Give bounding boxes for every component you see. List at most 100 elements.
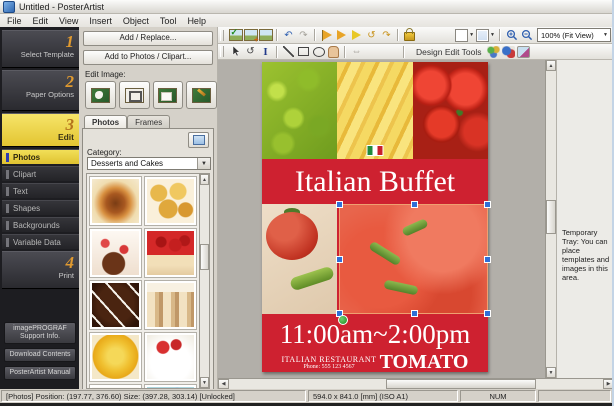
scrollbar-thumb[interactable]: [546, 200, 556, 234]
scroll-right-button[interactable]: ▶: [603, 379, 614, 389]
align-flag-icon: [322, 30, 332, 41]
scroll-left-button[interactable]: ◀: [218, 379, 229, 389]
pasta-image[interactable]: [337, 62, 413, 159]
poster-page[interactable]: Italian Buffet: [262, 62, 488, 372]
zoom-level-combobox[interactable]: 100% (Fit View) ▼: [537, 28, 611, 42]
trim-button[interactable]: [119, 81, 150, 109]
menu-edit[interactable]: Edit: [33, 16, 49, 26]
poster-footer[interactable]: ITALIAN RESTAURANT Phone: 555 123 4567 T…: [262, 351, 488, 374]
rotate-right-button[interactable]: ↷: [379, 28, 394, 42]
rectangle-tool-button[interactable]: [296, 45, 311, 59]
step-paper-options[interactable]: 2 Paper Options: [2, 70, 79, 111]
menu-tool[interactable]: Tool: [160, 16, 177, 26]
menu-insert[interactable]: Insert: [89, 16, 112, 26]
poster-hours-text[interactable]: 11:00am~2:00pm: [262, 317, 488, 350]
toolbar-grip[interactable]: [220, 46, 224, 57]
toolbar-grip[interactable]: [220, 30, 224, 41]
flip-button[interactable]: [349, 28, 364, 42]
posterartist-manual-button[interactable]: PosterArtist Manual: [4, 366, 76, 380]
canvas-horizontal-scrollbar[interactable]: ◀ ▶: [218, 378, 614, 389]
menu-view[interactable]: View: [59, 16, 78, 26]
menu-help[interactable]: Help: [187, 16, 206, 26]
scrollbar-thumb[interactable]: [200, 244, 209, 270]
sidebar-item-shapes[interactable]: Shapes: [2, 200, 79, 215]
scroll-down-button[interactable]: ▼: [546, 367, 556, 378]
rotate-left-button[interactable]: ↺: [364, 28, 379, 42]
resize-handle-bottom-center[interactable]: [411, 310, 418, 317]
resize-handle-middle-left[interactable]: [336, 256, 343, 263]
step-edit[interactable]: 3 Edit: [2, 113, 79, 147]
retouch-button[interactable]: [186, 81, 217, 109]
design-variation-button[interactable]: [502, 46, 515, 58]
cutout-button[interactable]: [85, 81, 116, 109]
resize-handle-top-right[interactable]: [484, 201, 491, 208]
tab-frames[interactable]: Frames: [127, 115, 170, 128]
scroll-down-button[interactable]: ▼: [200, 377, 209, 388]
photo-thumbnail[interactable]: [144, 228, 197, 278]
hand-tool-button[interactable]: [326, 45, 341, 59]
lettuce-image[interactable]: [262, 62, 337, 159]
zoom-out-button[interactable]: [519, 28, 534, 42]
resize-handle-bottom-right[interactable]: [484, 310, 491, 317]
tomato-pea-image[interactable]: [262, 204, 337, 314]
lock-button[interactable]: [402, 28, 417, 42]
temporary-tray[interactable]: Temporary Tray: You can place templates …: [556, 60, 614, 378]
fit-view-button[interactable]: ⇔: [349, 45, 364, 59]
grid-options-dropdown[interactable]: ▼: [476, 29, 495, 42]
add-to-photos-clipart-button[interactable]: Add to Photos / Clipart...: [83, 50, 213, 65]
select-template-button[interactable]: ✓: [228, 28, 243, 42]
photo-thumbnail[interactable]: [89, 332, 142, 382]
photo-grid-scrollbar[interactable]: ▲ ▼: [199, 173, 210, 389]
photo-thumbnail[interactable]: [144, 280, 197, 330]
align-left-button[interactable]: [319, 28, 334, 42]
auto-design-button[interactable]: [487, 46, 500, 58]
photo-thumbnail[interactable]: [144, 176, 197, 226]
add-replace-image-button[interactable]: +: [243, 28, 258, 42]
resize-handle-top-center[interactable]: [411, 201, 418, 208]
line-tool-button[interactable]: [281, 45, 296, 59]
tomatoes-image[interactable]: [413, 62, 488, 159]
select-tool-button[interactable]: [228, 45, 243, 59]
sidebar-item-clipart[interactable]: Clipart: [2, 166, 79, 181]
canvas-vertical-scrollbar[interactable]: ▲ ▼: [545, 60, 556, 378]
resize-handle-middle-right[interactable]: [484, 256, 491, 263]
category-dropdown[interactable]: Desserts and Cakes ▼: [87, 157, 211, 170]
redo-button[interactable]: ↷: [296, 28, 311, 42]
zoom-in-button[interactable]: [504, 28, 519, 42]
scroll-up-button[interactable]: ▲: [200, 174, 209, 185]
rotate-handle[interactable]: [338, 315, 348, 325]
imageprograf-support-button[interactable]: imagePROGRAF Support Info.: [4, 322, 76, 344]
frame-button[interactable]: [153, 81, 184, 109]
step-print[interactable]: 4 Print: [2, 251, 79, 289]
tab-photos[interactable]: Photos: [84, 115, 127, 128]
photo-thumbnail[interactable]: [89, 176, 142, 226]
add-replace-button[interactable]: Add / Replace...: [83, 31, 213, 46]
paper-options-dropdown[interactable]: ▼: [455, 29, 474, 42]
canvas-area[interactable]: Italian Buffet: [218, 60, 614, 378]
photo-thumbnail[interactable]: [89, 280, 142, 330]
step-select-template[interactable]: 1 Select Template: [2, 30, 79, 68]
photo-thumbnail[interactable]: [89, 228, 142, 278]
view-mode-button[interactable]: [188, 132, 209, 148]
undo-button[interactable]: ↶: [281, 28, 296, 42]
sidebar-item-variable-data[interactable]: Variable Data: [2, 234, 79, 249]
ellipse-tool-button[interactable]: [311, 45, 326, 59]
photo-thumbnail[interactable]: [144, 332, 197, 382]
selected-photo-object[interactable]: [339, 204, 488, 314]
text-tool-button[interactable]: I: [258, 45, 273, 59]
sidebar-item-backgrounds[interactable]: Backgrounds: [2, 217, 79, 232]
rotate-tool-button[interactable]: ↺: [243, 45, 258, 59]
download-contents-button[interactable]: Download Contents: [4, 348, 76, 362]
menu-file[interactable]: File: [7, 16, 22, 26]
ambient-color-button[interactable]: [517, 46, 530, 58]
menu-object[interactable]: Object: [123, 16, 149, 26]
poster-title[interactable]: Italian Buffet: [262, 159, 488, 204]
flip-icon: [352, 30, 361, 40]
sidebar-item-photos[interactable]: Photos: [2, 149, 79, 164]
sidebar-item-text[interactable]: Text: [2, 183, 79, 198]
add-to-library-button[interactable]: [258, 28, 273, 42]
scrollbar-thumb[interactable]: [386, 379, 536, 389]
resize-handle-top-left[interactable]: [336, 201, 343, 208]
align-distribute-button[interactable]: [334, 28, 349, 42]
scroll-up-button[interactable]: ▲: [546, 60, 556, 71]
